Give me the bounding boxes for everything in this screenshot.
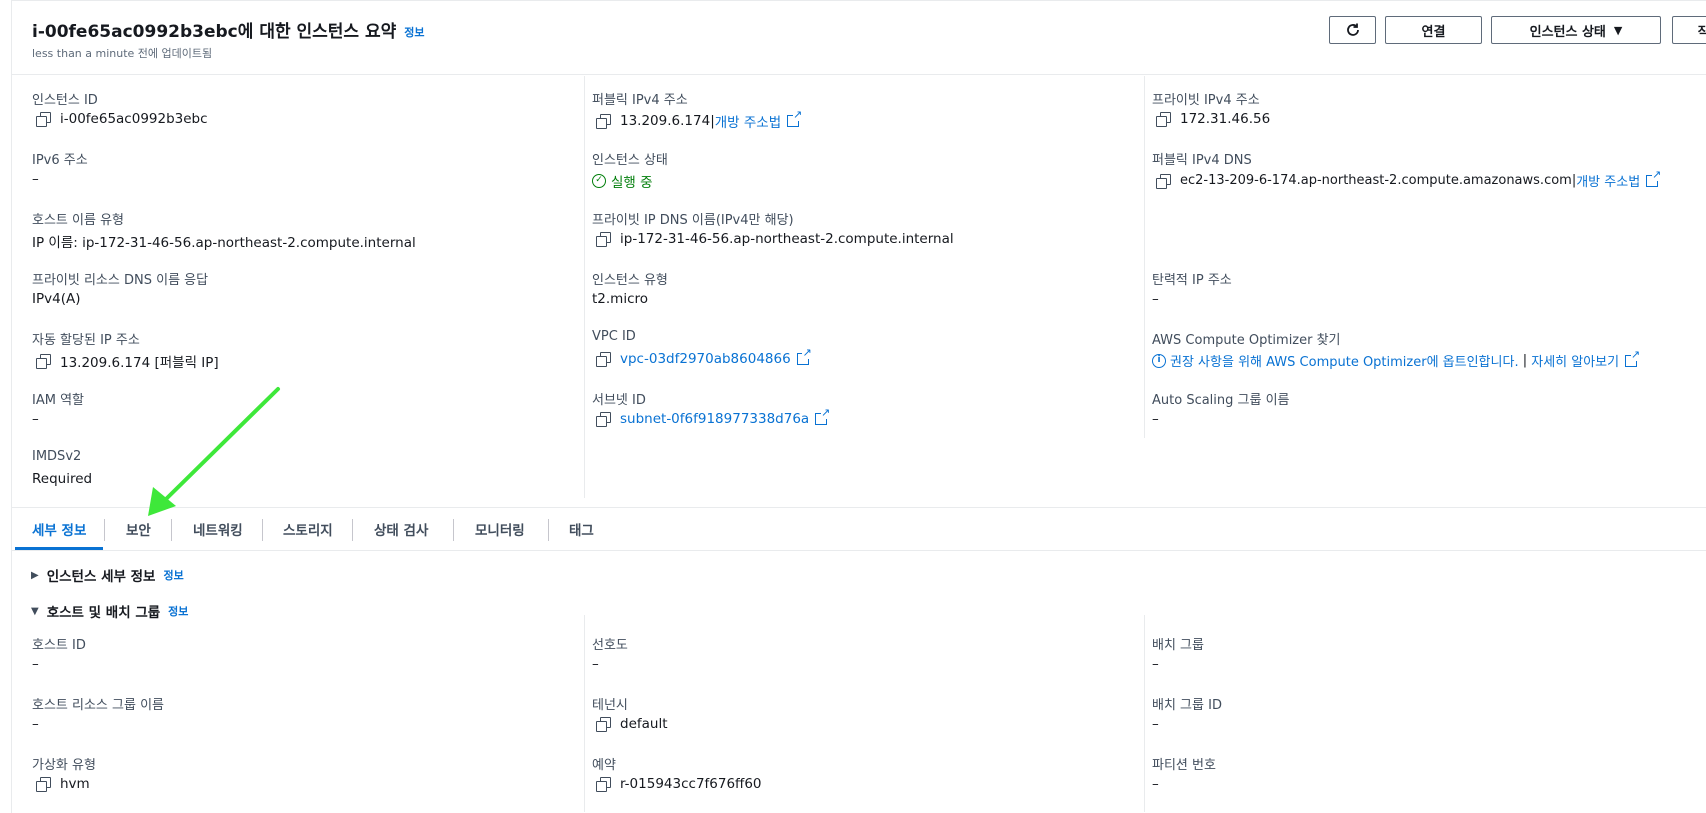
annotation-arrow — [148, 387, 280, 516]
